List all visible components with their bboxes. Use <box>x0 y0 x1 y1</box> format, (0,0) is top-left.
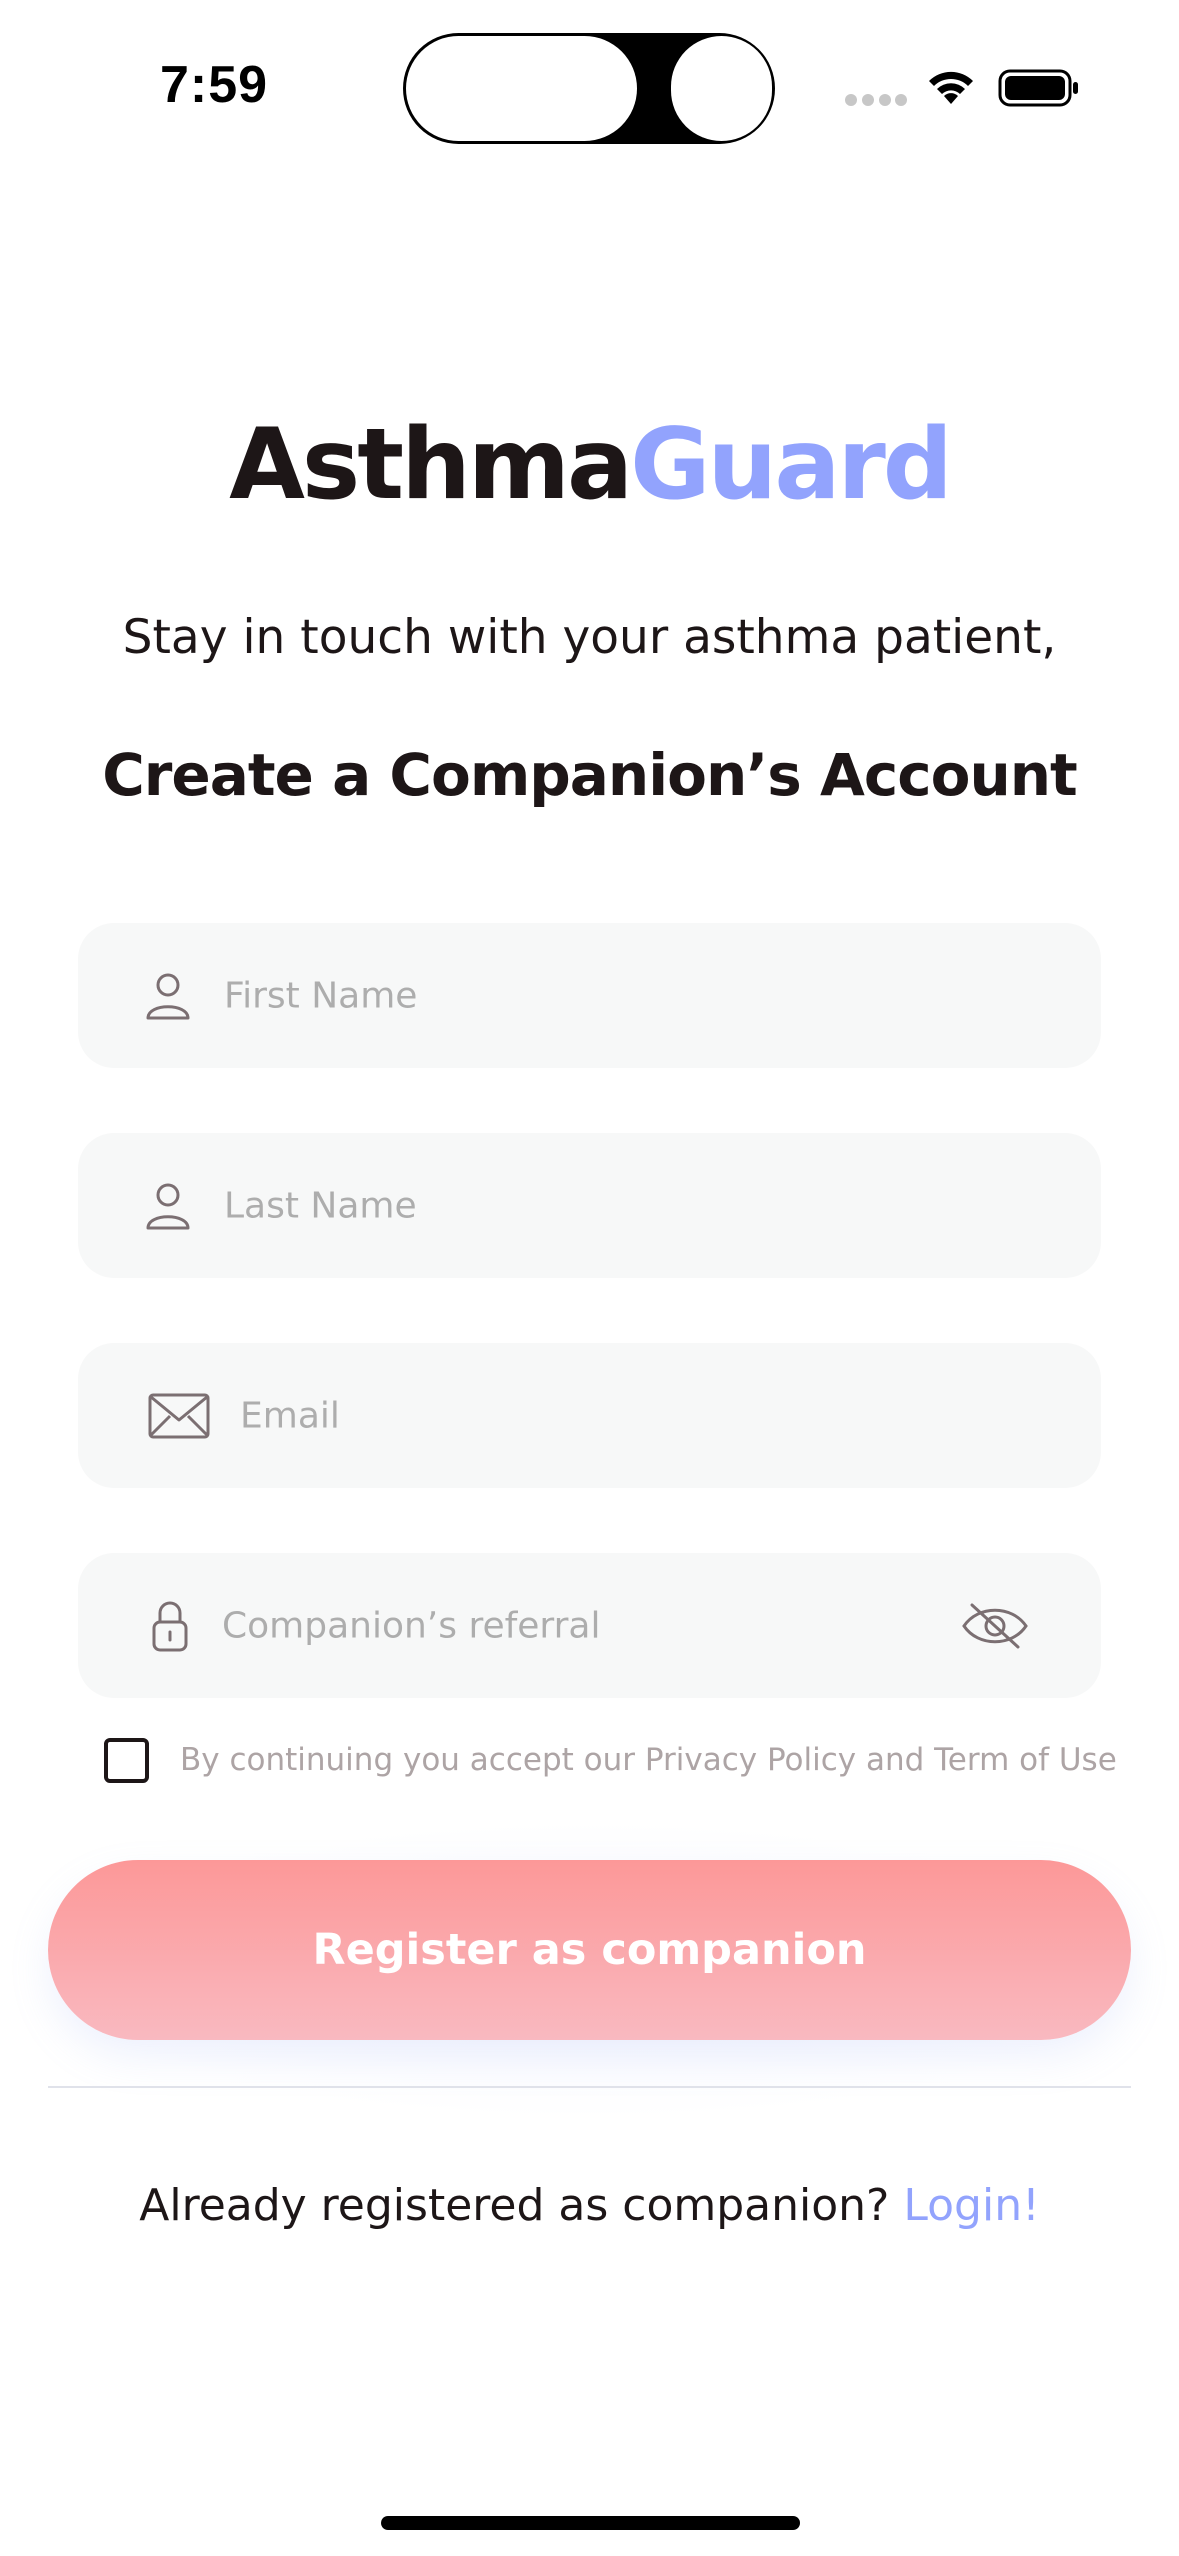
home-indicator[interactable] <box>381 2516 800 2530</box>
wifi-icon <box>929 71 973 104</box>
mail-icon <box>148 1393 210 1438</box>
referral-placeholder: Companion’s referral <box>222 1605 601 1646</box>
login-prompt-text: Already registered as companion? <box>139 2180 904 2231</box>
terms-checkbox[interactable] <box>104 1738 149 1783</box>
register-button[interactable]: Register as companion <box>48 1860 1131 2040</box>
person-icon <box>146 1183 190 1229</box>
subtitle: Stay in touch with your asthma patient, <box>122 610 1057 665</box>
app-logo: AsthmaGuard <box>0 405 1179 525</box>
companion-referral-field[interactable]: Companion’s referral <box>78 1553 1101 1698</box>
login-link[interactable]: Login! <box>903 2180 1039 2231</box>
first-name-field[interactable]: First Name <box>78 923 1101 1068</box>
page-title: Create a Companion’s Account <box>102 741 1078 809</box>
first-name-placeholder: First Name <box>224 975 418 1016</box>
last-name-field[interactable]: Last Name <box>78 1133 1101 1278</box>
divider <box>48 2086 1131 2088</box>
status-time: 7:59 <box>160 56 269 114</box>
battery-icon <box>998 69 1078 107</box>
logo-part-guard: Guard <box>630 408 953 522</box>
terms-label: By continuing you accept our Privacy Pol… <box>180 1742 1117 1778</box>
dynamic-island <box>403 33 775 144</box>
eye-off-icon[interactable] <box>960 1601 1030 1651</box>
lock-icon <box>152 1601 188 1651</box>
logo-part-asthma: Asthma <box>229 408 633 522</box>
last-name-placeholder: Last Name <box>224 1185 417 1226</box>
email-placeholder: Email <box>240 1395 340 1436</box>
login-prompt: Already registered as companion? Login! <box>0 2176 1179 2236</box>
email-field[interactable]: Email <box>78 1343 1101 1488</box>
cellular-signal-icon <box>845 94 907 106</box>
register-companion-screen: 7:59 AsthmaGuard Stay in touch with your… <box>0 0 1179 2556</box>
person-icon <box>146 973 190 1019</box>
